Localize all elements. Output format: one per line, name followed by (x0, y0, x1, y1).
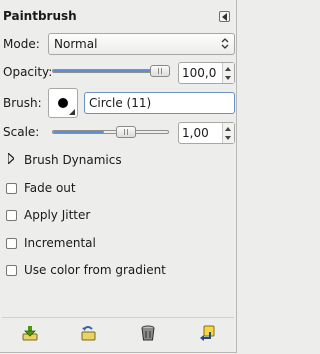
spin-up-icon[interactable] (225, 67, 231, 71)
mode-select[interactable]: Normal (48, 33, 235, 55)
restore-options-button[interactable] (77, 322, 99, 344)
fade-out-checkbox[interactable] (6, 183, 17, 194)
incremental-checkbox[interactable] (6, 238, 17, 249)
opacity-slider-thumb[interactable] (150, 65, 170, 77)
scale-slider-thumb[interactable] (116, 126, 136, 138)
reset-options-icon (200, 325, 215, 341)
mode-value: Normal (54, 37, 98, 51)
opacity-spin-arrows[interactable] (222, 63, 234, 83)
use-color-from-gradient-checkbox[interactable] (6, 265, 17, 276)
expander-triangle-icon[interactable] (8, 153, 14, 164)
brush-circle-preview (58, 98, 68, 108)
fade-out-label[interactable]: Fade out (24, 181, 76, 195)
tool-options-panel: Paintbrush Mode: Normal Opacity: 100,0 B… (0, 0, 237, 353)
scale-slider-fill (53, 131, 104, 133)
save-options-icon (22, 326, 38, 341)
brush-name-field[interactable]: Circle (11) (84, 92, 235, 114)
spin-up-icon[interactable] (225, 127, 231, 131)
brush-dynamics-expander[interactable]: Brush Dynamics (24, 153, 122, 167)
delete-options-icon (141, 325, 155, 341)
opacity-spinbutton[interactable]: 100,0 (178, 62, 235, 84)
reset-options-button[interactable] (196, 322, 218, 344)
save-options-button[interactable] (19, 322, 41, 344)
use-color-from-gradient-label[interactable]: Use color from gradient (24, 263, 166, 277)
apply-jitter-checkbox[interactable] (6, 210, 17, 221)
opacity-label: Opacity: (3, 65, 53, 79)
scale-value: 1,00 (182, 126, 209, 140)
restore-options-icon (81, 326, 96, 341)
brush-label: Brush: (3, 96, 42, 110)
scale-spinbutton[interactable]: 1,00 (178, 122, 235, 144)
corner-triangle-icon (69, 109, 75, 115)
panel-title: Paintbrush (3, 9, 77, 23)
updown-arrows-icon (221, 38, 229, 49)
panel-menu-button[interactable] (219, 11, 230, 22)
toolbar-separator (2, 317, 234, 318)
opacity-value: 100,0 (182, 66, 217, 80)
scale-spin-arrows[interactable] (222, 123, 234, 143)
triangle-left-icon (222, 13, 227, 21)
spin-down-icon[interactable] (225, 136, 231, 140)
brush-name-value: Circle (11) (89, 96, 152, 110)
scale-label: Scale: (3, 125, 40, 139)
spin-down-icon[interactable] (225, 76, 231, 80)
brush-preview-button[interactable] (48, 88, 78, 118)
delete-options-button[interactable] (137, 322, 159, 344)
scale-slider[interactable] (52, 130, 169, 134)
mode-label: Mode: (3, 37, 40, 51)
incremental-label[interactable]: Incremental (24, 236, 96, 250)
apply-jitter-label[interactable]: Apply Jitter (24, 208, 90, 222)
